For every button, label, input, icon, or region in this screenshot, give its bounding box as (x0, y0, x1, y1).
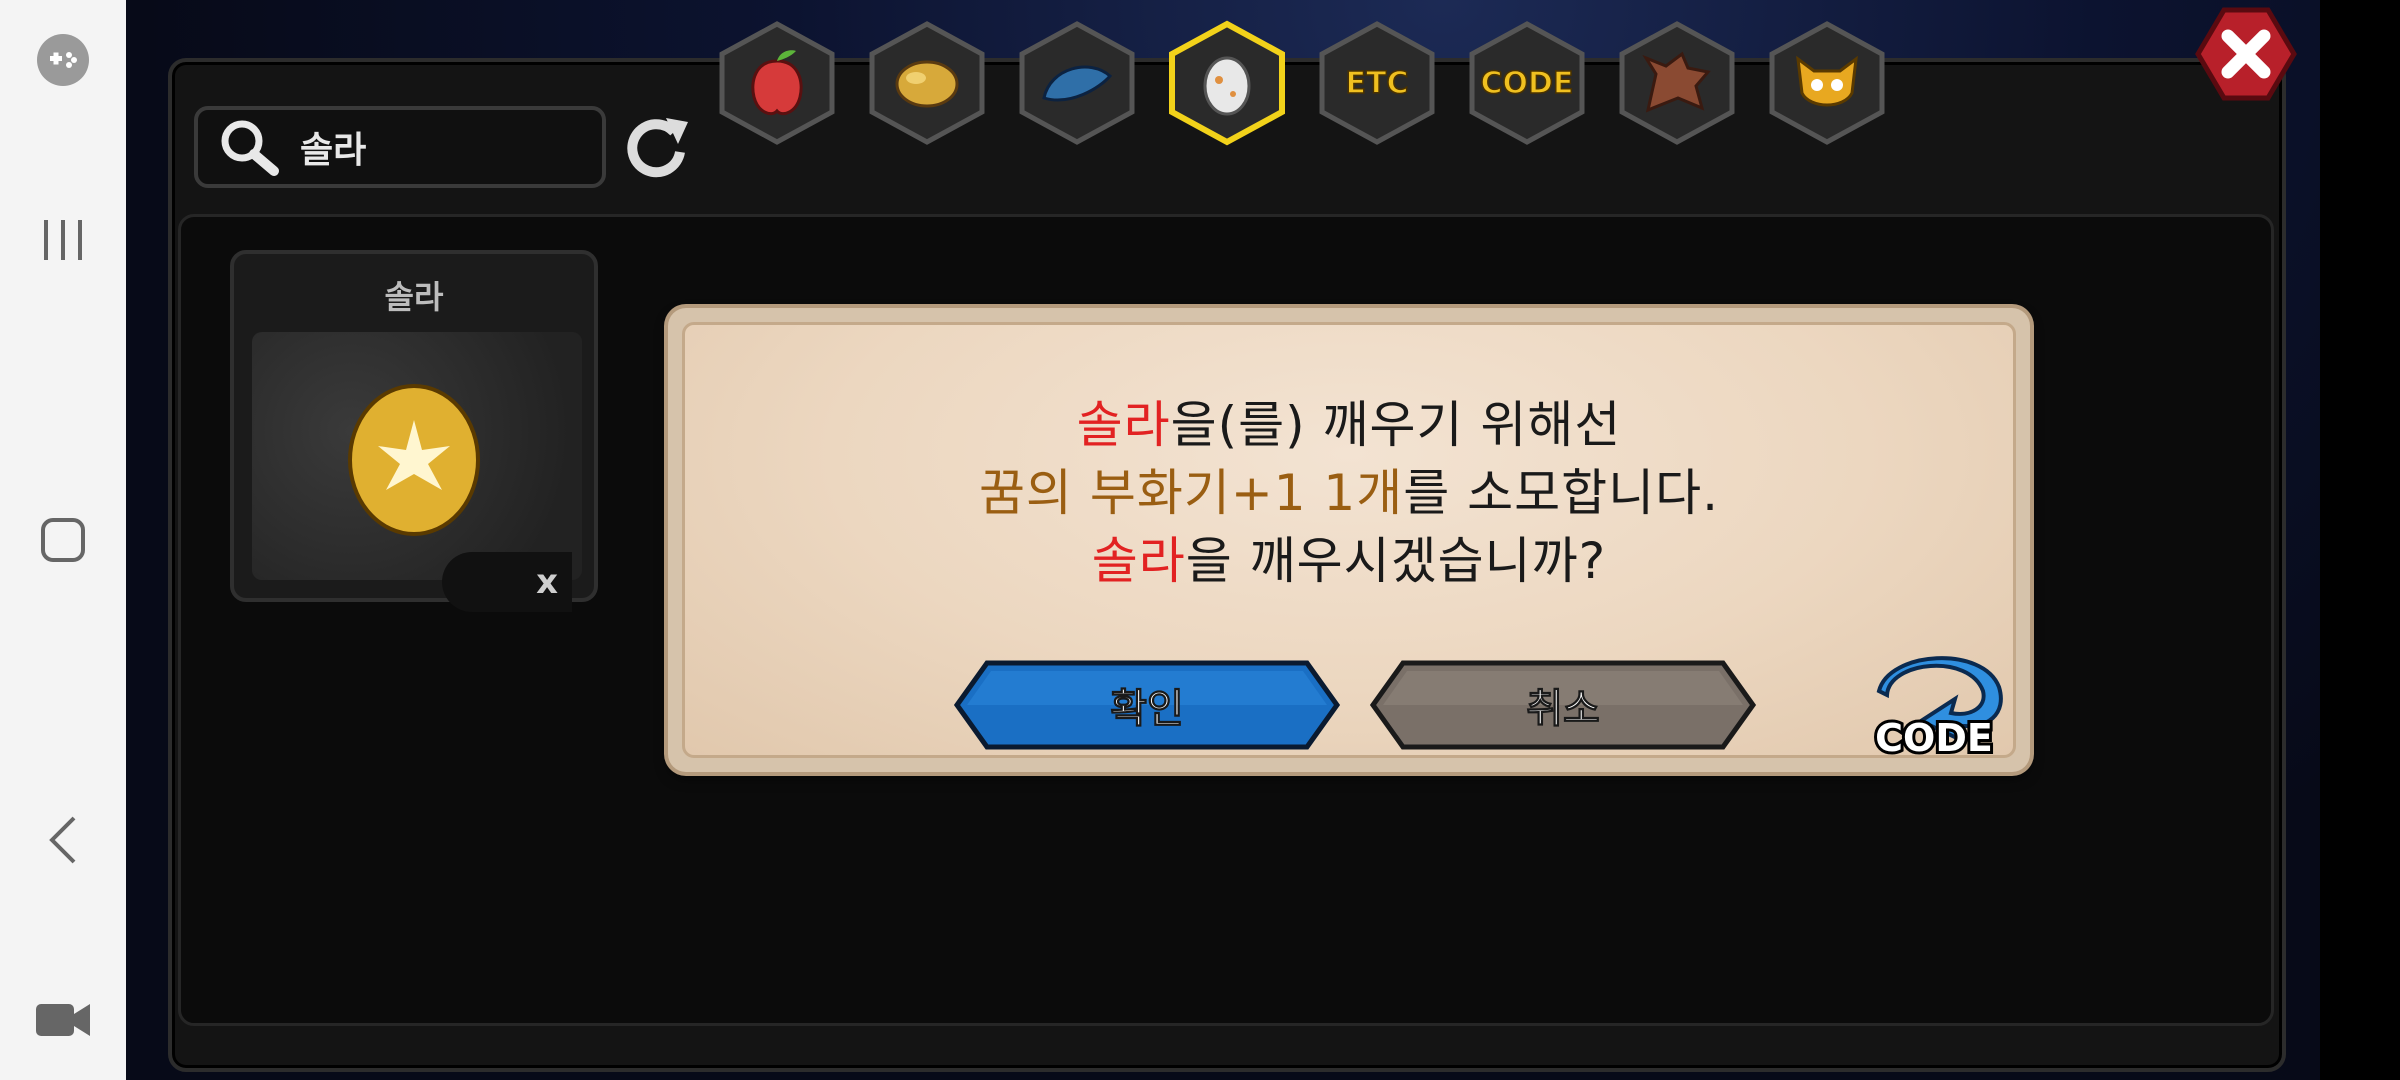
item-card-image-frame (252, 332, 582, 580)
dialog-line-2: 꿈의 부화기+1 1개를 소모합니다. (685, 453, 2013, 525)
item-card-quantity: x (442, 552, 572, 612)
recents-icon (44, 220, 82, 260)
system-nav-bar (0, 0, 126, 1080)
item-card[interactable]: 솔라 x (230, 250, 598, 612)
tab-mask[interactable] (1764, 20, 1890, 146)
tab-etc-label: ETC (1345, 65, 1409, 102)
tab-dragon-scale[interactable] (1014, 20, 1140, 146)
dialog-line-1: 솔라을(를) 깨우기 위해선 (685, 385, 2013, 457)
dragon-head-icon (1642, 51, 1711, 113)
screen-recorder-button[interactable] (0, 990, 126, 1050)
right-edge-bar (2320, 0, 2400, 1080)
home-icon (41, 518, 85, 562)
dialog-dragon-name-2: 솔라 (1091, 532, 1186, 590)
refresh-icon (627, 118, 688, 178)
search-icon (221, 120, 279, 176)
cancel-button[interactable]: 취소 (1369, 659, 1757, 751)
video-camera-icon (36, 1004, 90, 1036)
mask-icon (1796, 55, 1858, 107)
golden-egg-icon (348, 384, 480, 536)
dialog-line-3-text: 을 깨우시겠습니까? (1185, 532, 1607, 590)
back-button[interactable] (0, 810, 126, 870)
gamepad-icon (37, 34, 89, 86)
dialog-dragon-name: 솔라 (1076, 396, 1171, 454)
search-box[interactable]: 솔라 (194, 106, 606, 188)
confirm-dialog-body: 솔라을(를) 깨우기 위해선 꿈의 부화기+1 1개를 소모합니다. 솔라을 깨… (682, 322, 2016, 763)
search-input-value: 솔라 (300, 130, 367, 171)
home-button[interactable] (0, 510, 126, 570)
code-return-icon: CODE (1872, 656, 2003, 763)
tab-egg[interactable] (1164, 20, 1290, 146)
confirm-button-label: 확인 (1110, 686, 1185, 733)
fruit-icon (751, 50, 803, 116)
game-launcher-button[interactable] (0, 30, 126, 90)
code-button-label: CODE (1875, 716, 1993, 760)
tab-food[interactable] (864, 20, 990, 146)
dialog-line-1-text: 을(를) 깨우기 위해선 (1170, 396, 1622, 454)
tab-dragon[interactable] (1614, 20, 1740, 146)
close-button[interactable] (2194, 6, 2298, 106)
confirm-dialog: 솔라을(를) 깨우기 위해선 꿈의 부화기+1 1개를 소모합니다. 솔라을 깨… (668, 308, 2030, 772)
item-card-title: 솔라 (384, 278, 444, 316)
dialog-line-2-text: 를 소모합니다. (1403, 464, 1720, 522)
tab-etc[interactable]: ETC (1314, 20, 1440, 146)
back-icon (49, 816, 76, 864)
egg-icon (1203, 56, 1251, 116)
refresh-button[interactable] (622, 112, 692, 182)
code-shortcut-button[interactable]: CODE (1859, 651, 2009, 765)
dialog-required-item: 꿈의 부화기+1 1개 (978, 464, 1404, 522)
tab-code-label: CODE (1480, 65, 1574, 102)
confirm-button[interactable]: 확인 (953, 659, 1341, 751)
close-icon (2195, 7, 2297, 101)
recents-button[interactable] (0, 210, 126, 270)
cancel-button-label: 취소 (1526, 686, 1601, 733)
scale-icon (1042, 65, 1113, 102)
game-screen: 솔라 ETC CODE 솔라 x 솔라을(를) 깨우기 위해선 꿈의 부화기+1… (126, 0, 2320, 1080)
food-icon (895, 60, 959, 108)
tab-fruit[interactable] (714, 20, 840, 146)
dialog-line-3: 솔라을 깨우시겠습니까? (685, 521, 2013, 593)
tab-code[interactable]: CODE (1464, 20, 1590, 146)
